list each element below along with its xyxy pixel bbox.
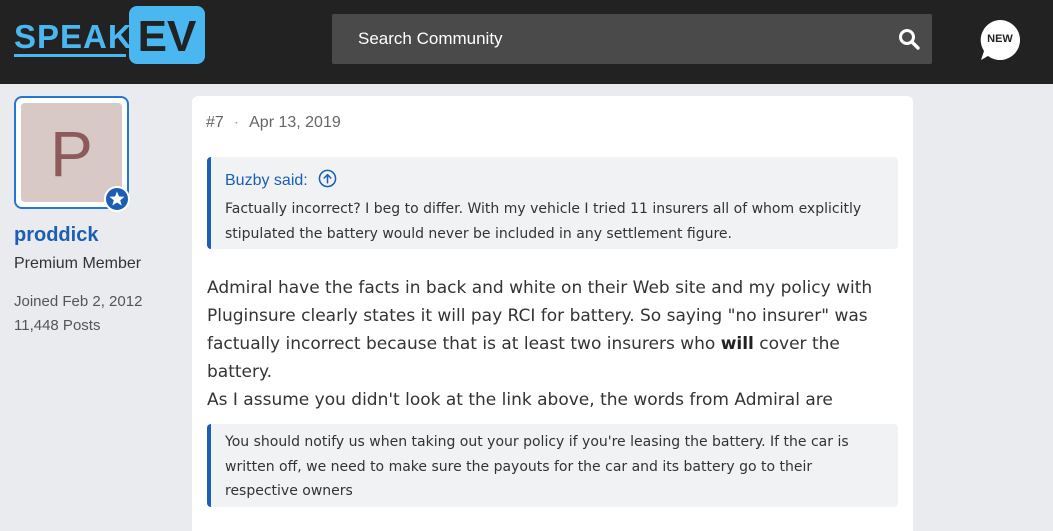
post-paragraph-1: Admiral have the facts in back and white… <box>207 274 902 386</box>
search-bar <box>332 14 932 64</box>
quote-block: Buzby said: Factually incorrect? I beg t… <box>207 157 898 249</box>
post-number-link[interactable]: #7 <box>206 114 224 132</box>
premium-star-badge-icon <box>104 186 130 212</box>
search-input[interactable] <box>332 14 882 64</box>
logo-underline <box>14 54 126 57</box>
arrow-up-circle-icon[interactable] <box>318 169 337 188</box>
logo-ev-text: EV <box>138 12 197 61</box>
admiral-quote-block: You should notify us when taking out you… <box>207 424 898 507</box>
user-post-count: 11,448 Posts <box>14 317 101 334</box>
user-joined-date: Joined Feb 2, 2012 <box>14 293 143 310</box>
avatar-letter: P <box>50 118 93 190</box>
quote-text: Factually incorrect? I beg to differ. Wi… <box>225 201 862 242</box>
speakev-logo[interactable]: SPEAK EV <box>12 6 207 66</box>
user-title: Premium Member <box>14 255 142 272</box>
new-posts-button[interactable]: NEW <box>978 18 1022 62</box>
post-card: #7 · Apr 13, 2019 Buzby said: Factually in… <box>192 96 913 531</box>
paragraph-1-bold: will <box>720 334 754 354</box>
username-link[interactable]: proddick <box>14 224 98 247</box>
logo-ev-mark: EV <box>129 6 205 64</box>
top-navigation-bar: SPEAK EV NEW <box>0 0 1053 84</box>
post-meta: #7 · Apr 13, 2019 <box>206 114 341 132</box>
logo-speak-text: SPEAK <box>14 18 133 55</box>
search-icon[interactable] <box>897 27 921 51</box>
new-badge-label: NEW <box>987 33 1013 45</box>
quote-author-link[interactable]: Buzby said: <box>225 169 337 190</box>
post-date[interactable]: Apr 13, 2019 <box>249 114 341 132</box>
meta-separator: · <box>233 114 240 131</box>
post-paragraph-2: As I assume you didn't look at the link … <box>207 390 833 410</box>
admiral-quote-text: You should notify us when taking out you… <box>225 434 849 499</box>
quote-author-text: Buzby said: <box>225 172 308 189</box>
